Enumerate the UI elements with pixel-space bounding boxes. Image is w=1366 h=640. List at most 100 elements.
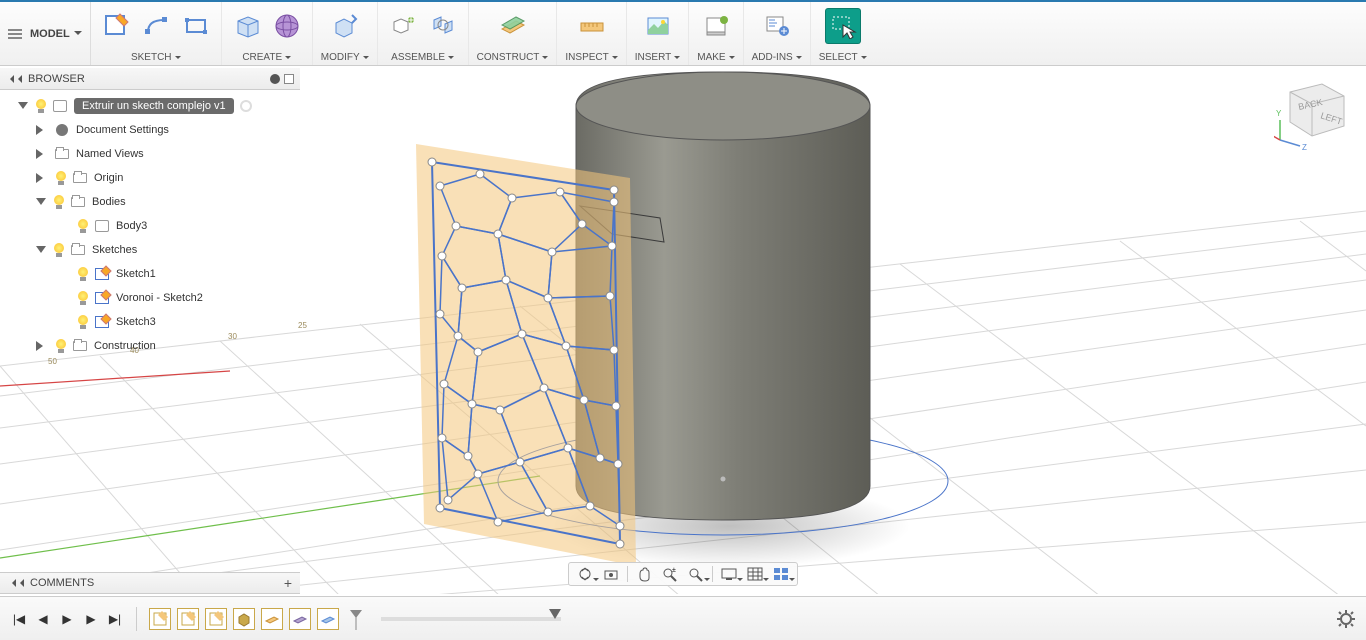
sphere-icon[interactable]	[270, 9, 304, 43]
svg-text:Y: Y	[1276, 109, 1282, 118]
tree-sketch3[interactable]: Sketch3	[0, 310, 300, 334]
decal-icon[interactable]	[641, 9, 675, 43]
timeline-end-icon[interactable]: ▶|	[106, 610, 124, 628]
browser-tree: Extruir un skecth complejo v1 Document S…	[0, 90, 300, 362]
workspace-switcher[interactable]: MODEL	[0, 2, 91, 65]
toolgroup-assemble: ASSEMBLE	[378, 2, 469, 65]
toolgroup-make-label[interactable]: MAKE	[697, 52, 734, 63]
lightbulb-icon[interactable]	[76, 267, 90, 281]
timeline-feature-plane3[interactable]	[317, 608, 339, 630]
lightbulb-icon[interactable]	[52, 243, 66, 257]
timeline-feature-sketch1[interactable]	[149, 608, 171, 630]
browser-pin-icon[interactable]	[284, 74, 294, 84]
lightbulb-icon[interactable]	[76, 219, 90, 233]
lightbulb-icon[interactable]	[54, 171, 68, 185]
toolgroup-sketch: SKETCH	[91, 2, 222, 65]
tree-sketch1[interactable]: Sketch1	[0, 262, 300, 286]
lightbulb-icon[interactable]	[34, 99, 48, 113]
lightbulb-icon[interactable]	[76, 315, 90, 329]
lightbulb-icon[interactable]	[76, 291, 90, 305]
tree-construction[interactable]: Construction	[0, 334, 300, 358]
timeline: |◀ ◀ ▶ ▶ ▶|	[0, 596, 1366, 640]
svg-text:±: ±	[672, 567, 676, 574]
browser-panel: BROWSER Extruir un skecth complejo v1 Do…	[0, 68, 300, 362]
tree-sketches[interactable]: Sketches	[0, 238, 300, 262]
timeline-feature-sketch2[interactable]	[177, 608, 199, 630]
orbit-icon[interactable]	[573, 564, 597, 584]
timeline-feature-end[interactable]	[345, 608, 367, 630]
collapse-left-icon[interactable]	[8, 579, 24, 587]
gear-icon	[56, 124, 68, 136]
toolgroup-modify-label[interactable]: MODIFY	[321, 52, 369, 63]
tree-doc-settings[interactable]: Document Settings	[0, 118, 300, 142]
toolgroup-construct: CONSTRUCT	[469, 2, 558, 65]
workspace-label[interactable]: MODEL	[30, 28, 82, 40]
toolgroup-select: SELECT	[811, 2, 875, 65]
sketch-new-icon[interactable]	[99, 9, 133, 43]
viewport-navbar: ±	[568, 562, 798, 586]
scripts-icon[interactable]	[760, 9, 794, 43]
menu-icon	[8, 29, 22, 39]
display-icon[interactable]	[717, 564, 741, 584]
rectangle-icon[interactable]	[179, 9, 213, 43]
root-label: Extruir un skecth complejo v1	[82, 100, 226, 112]
zoom-icon[interactable]: ±	[658, 564, 682, 584]
component-icon[interactable]	[386, 9, 420, 43]
tree-body3[interactable]: Body3	[0, 214, 300, 238]
viewcube[interactable]: BACK LEFT Y Z X	[1274, 72, 1354, 152]
timeline-feature-sketch3[interactable]	[205, 608, 227, 630]
browser-header: BROWSER	[0, 68, 300, 90]
toolgroup-inspect-label[interactable]: INSPECT	[565, 52, 617, 63]
box-icon[interactable]	[230, 9, 264, 43]
measure-icon[interactable]	[575, 9, 609, 43]
browser-options-icon[interactable]	[270, 74, 280, 84]
tree-voronoi[interactable]: Voronoi - Sketch2	[0, 286, 300, 310]
fit-icon[interactable]	[684, 564, 708, 584]
toolgroup-insert-label[interactable]: INSERT	[635, 52, 681, 63]
toolgroup-make: MAKE	[689, 2, 743, 65]
toolgroup-create-label[interactable]: CREATE	[242, 52, 291, 63]
presspull-icon[interactable]	[328, 9, 362, 43]
toolgroup-create: CREATE	[222, 2, 313, 65]
plane-icon[interactable]	[496, 9, 530, 43]
timeline-start-icon[interactable]: |◀	[10, 610, 28, 628]
line-icon[interactable]	[139, 9, 173, 43]
lookat-icon[interactable]	[599, 564, 623, 584]
toolgroup-sketch-label[interactable]: SKETCH	[131, 52, 181, 63]
caret-down-icon	[74, 31, 82, 39]
add-comment-icon[interactable]: +	[284, 575, 292, 591]
toolgroup-construct-label[interactable]: CONSTRUCT	[477, 52, 549, 63]
timeline-track[interactable]	[381, 617, 561, 621]
tree-origin[interactable]: Origin	[0, 166, 300, 190]
viewports-icon[interactable]	[769, 564, 793, 584]
lightbulb-icon[interactable]	[54, 339, 68, 353]
tree-bodies[interactable]: Bodies	[0, 190, 300, 214]
timeline-fwd-icon[interactable]: ▶	[82, 610, 100, 628]
timeline-marker-icon[interactable]	[549, 609, 561, 625]
lightbulb-icon[interactable]	[52, 195, 66, 209]
timeline-play-icon[interactable]: ▶	[58, 610, 76, 628]
tree-root[interactable]: Extruir un skecth complejo v1	[0, 94, 300, 118]
timeline-feature-plane2[interactable]	[289, 608, 311, 630]
grid-icon[interactable]	[743, 564, 767, 584]
timeline-back-icon[interactable]: ◀	[34, 610, 52, 628]
workspace-text: MODEL	[30, 28, 70, 40]
toolgroup-insert: INSERT	[627, 2, 690, 65]
collapse-left-icon[interactable]	[6, 75, 22, 83]
pan-icon[interactable]	[632, 564, 656, 584]
print3d-icon[interactable]	[699, 9, 733, 43]
tree-named-views[interactable]: Named Views	[0, 142, 300, 166]
comments-bar[interactable]: COMMENTS +	[0, 572, 300, 594]
svg-text:Z: Z	[1302, 143, 1307, 152]
toolgroup-select-label[interactable]: SELECT	[819, 52, 867, 63]
toolgroup-assemble-label[interactable]: ASSEMBLE	[391, 52, 454, 63]
select-icon[interactable]	[826, 9, 860, 43]
timeline-feature-plane1[interactable]	[261, 608, 283, 630]
main-toolbar: MODEL SKETCH CREATE	[0, 0, 1366, 66]
activate-radio-icon[interactable]	[240, 100, 252, 112]
toolgroup-modify: MODIFY	[313, 2, 378, 65]
timeline-feature-extrude[interactable]	[233, 608, 255, 630]
toolgroup-addins-label[interactable]: ADD-INS	[752, 52, 802, 63]
joint-icon[interactable]	[426, 9, 460, 43]
timeline-settings-icon[interactable]	[1336, 609, 1356, 629]
